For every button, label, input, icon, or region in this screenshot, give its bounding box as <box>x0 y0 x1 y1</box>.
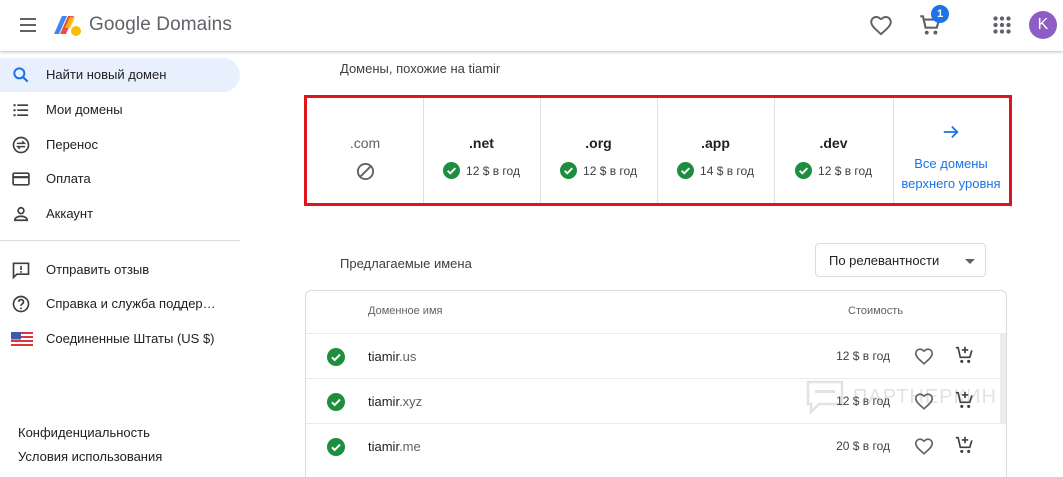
sidebar-item-billing[interactable]: Оплата <box>0 162 240 196</box>
sidebar-item-label: Соединенные Штаты (US $) <box>46 331 215 346</box>
sidebar-item-label: Отправить отзыв <box>46 262 150 277</box>
sidebar: Найти новый домен Мои домены Перенос Опл… <box>0 51 255 477</box>
sort-dropdown[interactable]: По релевантности <box>815 243 986 277</box>
sidebar-item-label: Оплата <box>46 171 91 186</box>
tld-price: 12 $ в год <box>466 163 520 178</box>
terms-link[interactable]: Условия использования <box>18 449 162 464</box>
sidebar-item-label: Справка и служба поддер… <box>46 296 216 311</box>
domain-name[interactable]: tiamir.me <box>368 439 421 454</box>
sidebar-item-label: Найти новый домен <box>46 67 167 82</box>
similar-domains-title: Домены, похожие на tiamir <box>340 61 501 76</box>
transfer-icon <box>12 136 30 154</box>
available-check-icon <box>677 162 695 179</box>
list-icon <box>13 104 29 117</box>
tld-name: .app <box>701 135 730 151</box>
available-check-icon <box>327 348 345 366</box>
domain-price: 12 $ в год <box>836 349 890 363</box>
add-to-cart-icon[interactable] <box>954 434 976 456</box>
menu-icon[interactable] <box>18 15 40 35</box>
suggested-domains-table: Доменное имя Стоимость tiamir.us 12 $ в … <box>305 290 1007 477</box>
tld-card-app[interactable]: .app 14 $ в год <box>657 98 775 203</box>
watermark: ПАРТНЕРКИН <box>805 378 996 423</box>
tld-card-org[interactable]: .org 12 $ в год <box>540 98 658 203</box>
favorite-heart-icon[interactable] <box>913 435 935 457</box>
sidebar-item-transfer[interactable]: Перенос <box>0 128 240 162</box>
privacy-link[interactable]: Конфиденциальность <box>18 425 150 440</box>
tld-suggestions-panel: .com .net 12 $ в год .org 12 $ в год .ap… <box>304 95 1012 206</box>
domain-name[interactable]: tiamir.us <box>368 349 416 364</box>
suggested-names-title: Предлагаемые имена <box>340 256 472 271</box>
person-icon <box>13 206 29 222</box>
sidebar-item-my-domains[interactable]: Мои домены <box>0 93 240 127</box>
apps-grid-icon[interactable] <box>989 12 1015 38</box>
google-domains-logo-icon <box>54 16 81 36</box>
tld-name: .net <box>469 135 494 151</box>
sidebar-item-account[interactable]: Аккаунт <box>0 197 240 231</box>
table-row[interactable]: tiamir.me 20 $ в год <box>306 423 1006 469</box>
domain-base: tiamir <box>368 349 400 364</box>
tld-price: 12 $ в год <box>818 163 872 178</box>
arrow-right-icon <box>943 125 959 139</box>
unavailable-icon <box>356 162 374 181</box>
domain-tld: .us <box>399 349 417 364</box>
sidebar-item-country[interactable]: Соединенные Штаты (US $) <box>0 322 240 356</box>
top-app-bar: Google Domains 1 K <box>0 0 1063 51</box>
app-title: Google Domains <box>89 14 232 35</box>
add-to-cart-icon[interactable] <box>954 344 976 366</box>
domain-price: 20 $ в год <box>836 439 890 453</box>
domain-name[interactable]: tiamir.xyz <box>368 394 422 409</box>
table-row[interactable]: tiamir.us 12 $ в год <box>306 333 1006 379</box>
all-tlds-link[interactable]: Все домены верхнего уровня <box>893 98 1009 203</box>
credit-card-icon <box>12 172 30 186</box>
sidebar-item-feedback[interactable]: Отправить отзыв <box>0 253 240 287</box>
domain-base: tiamir <box>368 439 400 454</box>
watermark-text: ПАРТНЕРКИН <box>853 386 997 408</box>
tld-name: .org <box>585 135 612 151</box>
tld-card-net[interactable]: .net 12 $ в год <box>423 98 541 203</box>
tld-card-com[interactable]: .com <box>307 98 424 203</box>
available-check-icon <box>443 162 461 179</box>
domain-base: tiamir <box>368 394 400 409</box>
sidebar-item-label: Мои домены <box>46 102 123 117</box>
tld-card-dev[interactable]: .dev 12 $ в год <box>774 98 894 203</box>
available-check-icon <box>327 393 345 411</box>
dropdown-caret-icon <box>965 259 975 264</box>
tld-price: 12 $ в год <box>583 163 637 178</box>
column-header-price: Стоимость <box>848 305 904 317</box>
sort-selected-value: По релевантности <box>829 253 940 268</box>
account-avatar[interactable]: K <box>1029 11 1057 39</box>
help-icon <box>12 295 30 313</box>
column-header-domain: Доменное имя <box>368 305 443 317</box>
all-tlds-label-line1: Все домены <box>914 156 988 171</box>
available-check-icon <box>795 162 813 179</box>
sidebar-item-label: Перенос <box>46 137 98 152</box>
tld-name: .com <box>349 135 381 151</box>
search-icon <box>13 67 29 83</box>
available-check-icon <box>327 438 345 456</box>
favorites-heart-icon[interactable] <box>868 12 894 38</box>
available-check-icon <box>560 162 578 179</box>
all-tlds-label-line2: верхнего уровня <box>901 176 1001 191</box>
table-scrollbar[interactable] <box>1000 333 1006 423</box>
sidebar-item-help[interactable]: Справка и служба поддер… <box>0 287 240 321</box>
tld-price: 14 $ в год <box>700 163 754 178</box>
tld-name: .dev <box>819 135 848 151</box>
sidebar-divider <box>0 240 240 241</box>
cart-count-badge: 1 <box>931 5 949 23</box>
feedback-icon <box>12 262 30 280</box>
watermark-chat-icon <box>806 380 844 416</box>
domain-tld: .me <box>399 439 421 454</box>
domain-tld: .xyz <box>399 394 423 409</box>
us-flag-icon <box>11 332 33 346</box>
sidebar-item-find-domain[interactable]: Найти новый домен <box>0 58 240 92</box>
sidebar-item-label: Аккаунт <box>46 206 94 221</box>
favorite-heart-icon[interactable] <box>913 345 935 367</box>
